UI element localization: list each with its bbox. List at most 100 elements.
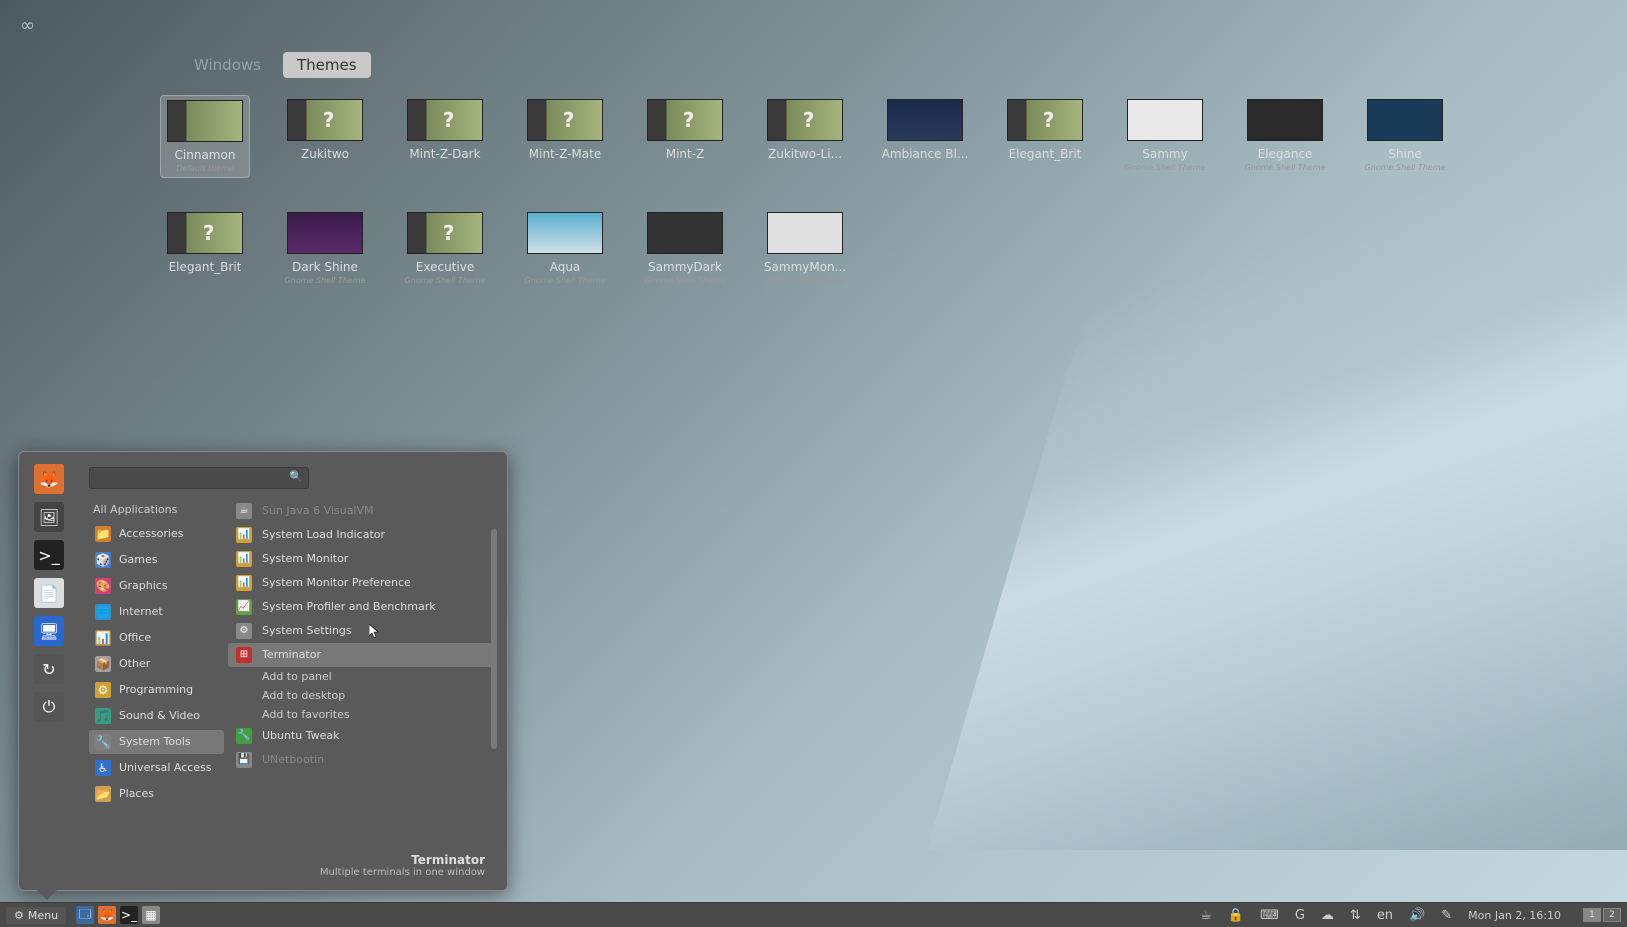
theme-item-elegant-brit[interactable]: ?Elegant_Brit [1000,95,1090,178]
scrollbar[interactable] [489,499,497,848]
favorite-restart[interactable]: ↻ [34,654,64,684]
app-system-settings[interactable]: ⚙System Settings [228,619,497,643]
app-column: ☕Sun Java 6 VisualVM📊System Load Indicat… [228,499,497,848]
all-applications[interactable]: All Applications [89,499,224,520]
theme-item-dark-shine[interactable]: Dark ShineGnome Shell Theme [280,208,370,289]
category-sound-video[interactable]: 🎵Sound & Video [89,704,224,728]
lang-indicator[interactable]: en [1377,908,1393,923]
category-universal-access[interactable]: ♿Universal Access [89,756,224,780]
category-icon: 📊 [95,630,111,646]
theme-item-ambiance-bl-[interactable]: Ambiance Bl... [880,95,970,178]
category-other[interactable]: 📦Other [89,652,224,676]
theme-item-executive[interactable]: ?ExecutiveGnome Shell Theme [400,208,490,289]
scrollbar-thumb[interactable] [491,529,497,749]
clock[interactable]: Mon Jan 2, 16:10 [1468,909,1561,922]
theme-subtitle: Default theme [176,164,234,173]
coffee-icon[interactable]: ☕ [1200,908,1212,923]
context-add-to-favorites[interactable]: Add to favorites [254,705,497,724]
category-graphics[interactable]: 🎨Graphics [89,574,224,598]
theme-name: Shine [1388,147,1422,161]
theme-item-elegance[interactable]: EleganceGnome Shell Theme [1240,95,1330,178]
theme-item-mint-z-dark[interactable]: ?Mint-Z-Dark [400,95,490,178]
lock-icon[interactable]: 🔒 [1228,908,1244,923]
app-icon: ⊞ [236,647,252,663]
category-accessories[interactable]: 📁Accessories [89,522,224,546]
favorite-image-viewer[interactable]: 🖼 [34,502,64,532]
theme-thumbnail [1247,99,1323,141]
category-games[interactable]: 🎲Games [89,548,224,572]
launcher-terminal[interactable]: >_ [120,906,138,924]
app-system-monitor[interactable]: 📊System Monitor [228,547,497,571]
search-wrap: 🔍 [89,466,309,489]
theme-item-sammydark[interactable]: SammyDarkGnome Shell Theme [640,208,730,289]
app-icon: 📊 [236,551,252,567]
theme-item-sammy[interactable]: SammyGnome Shell Theme [1120,95,1210,178]
theme-item-cinnamon[interactable]: CinnamonDefault theme [160,95,250,178]
favorite-firefox[interactable]: 🦊 [34,464,64,494]
keyboard-icon[interactable]: ⌨ [1260,908,1279,923]
context-add-to-panel[interactable]: Add to panel [254,667,497,686]
app-system-profiler-and-benchmark[interactable]: 📈System Profiler and Benchmark [228,595,497,619]
volume-icon[interactable]: 🔊 [1409,908,1425,923]
app-label: Sun Java 6 VisualVM [262,504,374,517]
category-office[interactable]: 📊Office [89,626,224,650]
app-sun-java-6-visualvm[interactable]: ☕Sun Java 6 VisualVM [228,499,497,523]
app-system-monitor-preference[interactable]: 📊System Monitor Preference [228,571,497,595]
theme-item-mint-z[interactable]: ?Mint-Z [640,95,730,178]
app-label: Terminator [262,648,321,661]
app-system-load-indicator[interactable]: 📊System Load Indicator [228,523,497,547]
theme-name: Zukitwo [301,147,349,161]
workspace-2[interactable]: 2 [1603,908,1621,922]
favorite-power[interactable]: ⏻ [34,692,64,722]
launcher-files[interactable]: ▦ [142,906,160,924]
theme-thumbnail: ? [767,99,843,141]
category-label: Internet [119,605,163,618]
cloud-icon[interactable]: ☁ [1321,908,1334,923]
app-label: System Monitor Preference [262,576,411,589]
settings-icon[interactable]: ✎ [1441,908,1452,923]
system-tray: ☕ 🔒 ⌨ G ☁ ⇅ en 🔊 ✎ Mon Jan 2, 16:10 12 [1200,908,1621,923]
app-list: ☕Sun Java 6 VisualVM📊System Load Indicat… [228,499,497,848]
theme-name: Elegant_Brit [169,260,242,274]
theme-item-zukitwo[interactable]: ?Zukitwo [280,95,370,178]
app-ubuntu-tweak[interactable]: 🔧Ubuntu Tweak [228,724,497,748]
category-column: All Applications 📁Accessories🎲Games🎨Grap… [89,499,224,848]
app-unetbootin[interactable]: 💾UNetbootin [228,748,497,772]
category-label: Graphics [119,579,168,592]
google-icon[interactable]: G [1295,908,1305,923]
workspace-switcher: 12 [1583,908,1621,922]
category-label: Accessories [119,527,183,540]
theme-thumbnail [887,99,963,141]
theme-thumbnail: ? [1007,99,1083,141]
search-input[interactable] [89,467,309,489]
infinity-icon[interactable]: ∞ [20,15,35,36]
launcher-firefox[interactable]: 🦊 [98,906,116,924]
launcher-show-desktop[interactable]: 🗔 [76,906,94,924]
menu-button[interactable]: ⚙ Menu [6,907,66,924]
favorite-monitor[interactable]: 🖥 [34,616,64,646]
theme-thumbnail: ? [527,99,603,141]
workspace-1[interactable]: 1 [1583,908,1601,922]
theme-item-mint-z-mate[interactable]: ?Mint-Z-Mate [520,95,610,178]
theme-item-zukitwo-li-[interactable]: ?Zukitwo-Li... [760,95,850,178]
theme-thumbnail: ? [407,212,483,254]
favorite-files[interactable]: 📄 [34,578,64,608]
tab-themes[interactable]: Themes [283,52,371,78]
app-terminator[interactable]: ⊞ Terminator [228,643,497,667]
theme-item-aqua[interactable]: AquaGnome Shell Theme [520,208,610,289]
theme-thumbnail [1127,99,1203,141]
overview-tabs: Windows Themes [180,52,371,78]
favorite-terminal[interactable]: >_ [34,540,64,570]
theme-item-elegant-brit[interactable]: ?Elegant_Brit [160,208,250,289]
category-internet[interactable]: 🌐Internet [89,600,224,624]
category-programming[interactable]: ⚙Programming [89,678,224,702]
tab-windows[interactable]: Windows [180,52,275,78]
theme-thumbnail [167,100,243,142]
theme-item-shine[interactable]: ShineGnome Shell Theme [1360,95,1450,178]
context-add-to-desktop[interactable]: Add to desktop [254,686,497,705]
category-places[interactable]: 📂Places [89,782,224,806]
app-icon: 🔧 [236,728,252,744]
theme-item-sammymon-[interactable]: SammyMon...Gnome Shell Theme [760,208,850,289]
category-system-tools[interactable]: 🔧System Tools [89,730,224,754]
sync-icon[interactable]: ⇅ [1350,908,1361,923]
